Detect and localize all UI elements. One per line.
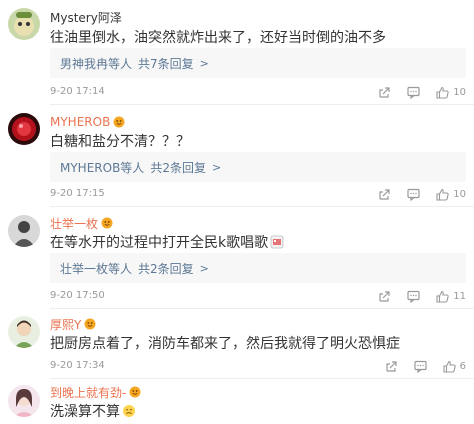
replies-count: 共2条回复 [138,261,194,276]
username[interactable]: 到晚上就有劲- [50,384,126,401]
user-avatar[interactable] [8,113,40,145]
comment-text: 在等水开的过程中打开全民k歌唱歌 [50,232,284,252]
replies-summary-link[interactable]: 壮举一枚等人 共2条回复 > [50,253,466,283]
comment-text: 白糖和盐分不清？？？ [50,134,190,150]
comment-icon[interactable] [407,290,420,303]
user-avatar[interactable] [8,215,40,247]
user-avatar[interactable] [8,316,40,348]
emoji-icon [122,404,136,418]
replies-count: 共7条回复 [138,56,194,71]
vip-badge-icon [129,386,141,398]
chevron-right-icon: > [199,261,209,275]
comment-text-content: 洗澡算不算 [50,404,120,420]
like-count: 10 [453,188,466,200]
username[interactable]: Mystery阿泽 [50,9,122,26]
divider [50,378,474,379]
comment-text: 往油里倒水，油突然就炸出来了，还好当时倒的油不多 [50,30,386,46]
emoji-icon [270,235,284,249]
like-count: 11 [453,290,466,302]
vip-badge-icon [84,318,96,330]
divider [50,206,474,207]
comment-time: 9-20 17:34 [50,360,105,371]
like-count: 10 [453,86,466,98]
replies-summary-text: 男神我冉等人 [60,56,133,71]
vip-badge-icon [113,116,125,128]
username[interactable]: 壮举一枚 [50,215,98,232]
thumbs-up-icon[interactable] [436,188,449,201]
share-icon[interactable] [385,360,398,373]
username[interactable]: MYHEROB [50,115,110,129]
like-count: 6 [459,360,466,372]
user-avatar[interactable] [8,8,40,40]
chevron-right-icon: > [199,56,209,70]
chevron-right-icon: > [211,160,222,174]
comment-icon[interactable] [407,188,420,201]
replies-summary-link[interactable]: MYHEROB等人 共2条回复 > [50,152,466,182]
user-avatar[interactable] [8,385,40,417]
thumbs-up-icon[interactable] [443,360,456,373]
thumbs-up-icon[interactable] [436,290,449,303]
comment-text: 把厨房点着了，消防车都来了，然后我就得了明火恐惧症 [50,336,400,352]
replies-summary-text: 壮举一枚等人 [60,261,133,276]
comment-time: 9-20 17:50 [50,290,105,301]
share-icon[interactable] [378,188,391,201]
divider [50,308,474,309]
replies-count: 共2条回复 [150,160,206,175]
comment-text: 洗澡算不算 [50,401,136,421]
replies-summary-text: MYHEROB等人 [60,160,145,175]
thumbs-up-icon[interactable] [436,86,449,99]
comment-time: 9-20 17:15 [50,188,105,199]
share-icon[interactable] [378,290,391,303]
comment-icon[interactable] [407,86,420,99]
divider [50,104,474,105]
vip-badge-icon [101,217,113,229]
username[interactable]: 厚熙Y [50,316,81,333]
comment-time: 9-20 17:14 [50,86,105,97]
comment-icon[interactable] [414,360,427,373]
share-icon[interactable] [378,86,391,99]
comment-text-content: 在等水开的过程中打开全民k歌唱歌 [50,235,269,251]
replies-summary-link[interactable]: 男神我冉等人 共7条回复 > [50,48,466,78]
